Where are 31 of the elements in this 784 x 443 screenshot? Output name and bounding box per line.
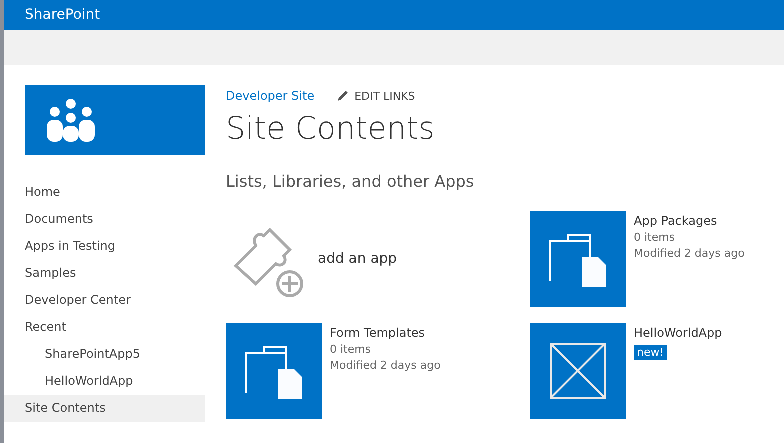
nav-link[interactable]: Apps in Testing xyxy=(4,233,205,260)
nav-link[interactable]: Home xyxy=(4,179,205,206)
nav-link[interactable]: Samples xyxy=(4,260,205,287)
folder-document-icon xyxy=(548,231,608,287)
nav-link[interactable]: SharePointApp5 xyxy=(4,341,205,368)
folder-document-icon xyxy=(244,343,304,399)
list-title[interactable]: App Packages xyxy=(634,212,745,230)
list-tile[interactable] xyxy=(530,211,626,307)
placeholder-image-icon xyxy=(550,343,606,399)
pencil-icon xyxy=(336,90,349,102)
brand-title: SharePoint xyxy=(25,7,100,23)
item-count: 0 items xyxy=(330,342,372,358)
modified-date: Modified 2 days ago xyxy=(634,246,745,262)
app-title[interactable]: HelloWorldApp xyxy=(634,324,722,342)
list-title[interactable]: Form Templates xyxy=(330,324,441,342)
nav-link[interactable]: Recent xyxy=(4,314,205,341)
nav-link[interactable]: Site Contents xyxy=(4,395,205,422)
site-link[interactable]: Developer Site xyxy=(226,89,315,103)
nav-link[interactable]: HelloWorldApp xyxy=(4,368,205,395)
edit-links-button[interactable]: EDIT LINKS xyxy=(336,90,416,102)
item-count: 0 items xyxy=(634,230,676,246)
site-logo[interactable] xyxy=(25,85,205,155)
app-tile[interactable] xyxy=(530,323,626,419)
list-tile[interactable] xyxy=(226,323,322,419)
section-heading: Lists, Libraries, and other Apps xyxy=(226,171,476,193)
nav-link[interactable]: Developer Center xyxy=(4,287,205,314)
modified-date: Modified 2 days ago xyxy=(330,358,441,374)
new-badge: new! xyxy=(634,345,668,360)
add-app-link[interactable]: add an app xyxy=(226,211,530,307)
nav-link[interactable]: Documents xyxy=(4,206,205,233)
page-title: Site Contents xyxy=(226,110,436,149)
